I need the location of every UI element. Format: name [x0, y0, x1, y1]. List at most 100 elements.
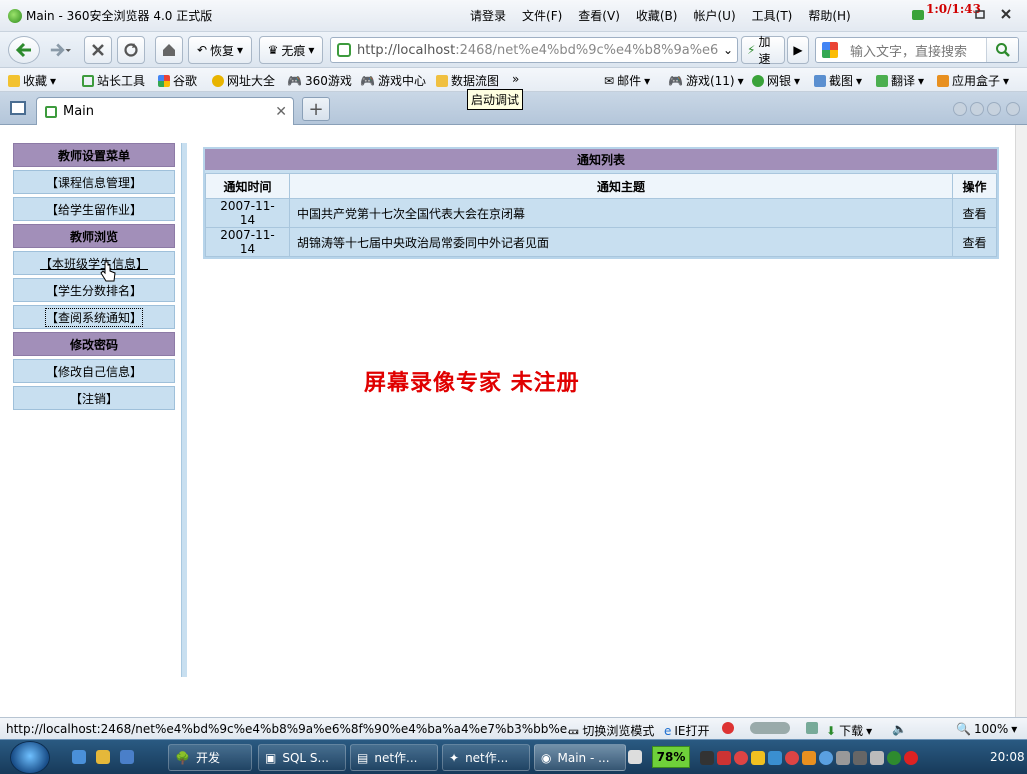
fav-collect[interactable]: 收藏 ▾ [8, 72, 56, 89]
menu-tools[interactable]: 工具(T) [752, 7, 793, 24]
screenshot-button[interactable]: 截图 ▾ [814, 72, 862, 89]
forward-button[interactable] [44, 36, 76, 64]
taskbar-item-net-vs[interactable]: ✦ net作... [442, 744, 530, 771]
network-icon[interactable] [819, 750, 833, 765]
fav-360-games[interactable]: 🎮 360游戏 [287, 72, 352, 89]
mail-button[interactable]: ✉ 邮件 ▾ [604, 72, 650, 89]
status-url: http://localhost:2468/net%e4%bd%9c%e4%b8… [6, 722, 579, 736]
restore-closed-button[interactable]: ↶ 恢复 ▾ [188, 36, 252, 64]
menu-item-logout[interactable]: 【注销】 [13, 386, 175, 410]
new-tab-button[interactable]: + [302, 97, 330, 121]
online-bank-button[interactable]: 网银 ▾ [752, 72, 800, 89]
accelerate-button[interactable]: ⚡ 加速 [741, 35, 785, 66]
tab-scroll-left-icon[interactable] [953, 102, 967, 116]
vertical-scrollbar[interactable] [1015, 125, 1027, 717]
menu-item-system-notices[interactable]: 【查阅系统通知】 [13, 305, 175, 329]
menu-login[interactable]: 请登录 [470, 7, 506, 24]
quicklaunch-search-icon[interactable] [120, 750, 134, 764]
menu-account[interactable]: 帐户(U) [693, 7, 735, 24]
close-tab-icon[interactable]: ✕ [275, 104, 287, 120]
taskbar-item-dev[interactable]: 🌳 开发 [168, 744, 252, 771]
shield-icon[interactable] [887, 750, 901, 765]
search-button[interactable] [986, 38, 1018, 62]
menu-header-teacher-settings: 教师设置菜单 [13, 143, 175, 167]
taskbar-item-net-folder[interactable]: ▤ net作... [350, 744, 438, 771]
frame-divider[interactable] [181, 143, 187, 677]
app-tray-icon[interactable] [853, 750, 867, 765]
close-window-icon[interactable] [1000, 8, 1012, 20]
app-tray-icon[interactable] [802, 750, 816, 765]
app-tray-icon[interactable] [717, 750, 731, 765]
address-dropdown-button[interactable]: ⌄ [716, 36, 740, 64]
refresh-button[interactable] [117, 36, 145, 64]
fav-url-directory[interactable]: 网址大全 [212, 72, 275, 89]
skin-icon[interactable] [912, 10, 924, 20]
menu-item-edit-profile[interactable]: 【修改自己信息】 [13, 359, 175, 383]
go-button[interactable]: ▶ [787, 36, 809, 64]
ie-open-button[interactable]: e IE打开 [664, 722, 710, 739]
toggle-switch-icon[interactable] [750, 722, 790, 734]
sidebar-toggle-icon[interactable] [10, 101, 26, 115]
incognito-icon: ♛ [267, 43, 279, 57]
speaker-icon[interactable]: 🔈 [892, 722, 907, 736]
start-button[interactable] [10, 741, 50, 774]
app-tray-icon[interactable] [904, 750, 918, 765]
restore-window-icon[interactable] [974, 8, 986, 20]
menu-favorites[interactable]: 收藏(B) [636, 7, 678, 24]
tab-list-icon[interactable] [987, 102, 1001, 116]
switch-mode-button[interactable]: ▭ 切换浏览模式 [568, 722, 654, 739]
menu-help[interactable]: 帮助(H) [808, 7, 850, 24]
menu-bar: 请登录 文件(F) 查看(V) 收藏(B) 帐户(U) 工具(T) 帮助(H) [470, 7, 851, 24]
download-button[interactable]: ⬇ 下载 ▾ [826, 722, 872, 739]
menu-item-course-info[interactable]: 【课程信息管理】 [13, 170, 175, 194]
app-tray-icon[interactable] [768, 750, 782, 765]
plug-icon[interactable] [700, 750, 714, 765]
menu-item-assign-homework[interactable]: 【给学生留作业】 [13, 197, 175, 221]
home-button[interactable] [155, 36, 183, 64]
private-mode-button[interactable]: ♛ 无痕 ▾ [259, 36, 323, 64]
quicklaunch-folder-icon[interactable] [96, 750, 110, 764]
ie-icon: e [664, 723, 672, 738]
fav-more-button[interactable]: » [512, 72, 519, 86]
search-placeholder: 输入文字，直接搜索 [850, 44, 968, 60]
tree-icon: 🌳 [175, 750, 190, 765]
app-tray-icon[interactable] [751, 750, 765, 765]
gamepad-icon: 🎮 [360, 73, 375, 88]
fav-google[interactable]: 谷歌 [158, 72, 197, 89]
search-box[interactable]: 输入文字，直接搜索 [815, 37, 1019, 63]
qq-icon[interactable] [785, 750, 799, 765]
close-all-tabs-icon[interactable] [1006, 102, 1020, 116]
restore-label: 恢复 [210, 43, 235, 58]
back-button[interactable] [8, 36, 40, 64]
address-bar[interactable]: http://localhost:2468/net%e4%bd%9c%e4%b8… [330, 37, 738, 63]
taskbar-item-sql[interactable]: ▣ SQL S... [258, 744, 346, 771]
menu-item-class-students[interactable]: 【本班级学生信息】 [13, 251, 175, 275]
stop-button[interactable] [84, 36, 112, 64]
translate-button[interactable]: 翻译 ▾ [876, 72, 924, 89]
tab-scroll-right-icon[interactable] [970, 102, 984, 116]
fav-game-center[interactable]: 🎮 游戏中心 [360, 72, 426, 89]
games-button[interactable]: 🎮 游戏(11) ▾ [668, 72, 744, 89]
menu-view[interactable]: 查看(V) [578, 7, 620, 24]
volume-icon[interactable] [836, 750, 850, 765]
menu-item-score-ranking[interactable]: 【学生分数排名】 [13, 278, 175, 302]
zoom-control[interactable]: 🔍 100% ▾ [956, 722, 1017, 736]
view-notice-link[interactable]: 查看 [952, 227, 997, 257]
qq-icon[interactable] [734, 750, 748, 765]
play-icon: ▶ [793, 43, 803, 57]
translate-icon [876, 74, 888, 87]
menu-file[interactable]: 文件(F) [522, 7, 562, 24]
tab-main[interactable]: Main ✕ [36, 97, 294, 125]
fav-webmaster-tools[interactable]: 站长工具 [82, 72, 145, 89]
notice-subject: 中国共产党第十七次全国代表大会在京闭幕 [289, 198, 953, 228]
quicklaunch-ie-icon[interactable] [72, 750, 86, 764]
fav-data-flow[interactable]: 数据流图 [436, 72, 499, 89]
keyboard-icon[interactable] [628, 750, 642, 764]
view-notice-link[interactable]: 查看 [952, 198, 997, 228]
taskbar-item-main[interactable]: ◉ Main - ... [534, 744, 626, 771]
page-icon [45, 105, 57, 118]
tools-icon[interactable] [806, 722, 818, 734]
security-icon[interactable] [722, 722, 734, 734]
app-box-button[interactable]: 应用盒子 ▾ [937, 72, 1009, 89]
app-tray-icon[interactable] [870, 750, 884, 765]
